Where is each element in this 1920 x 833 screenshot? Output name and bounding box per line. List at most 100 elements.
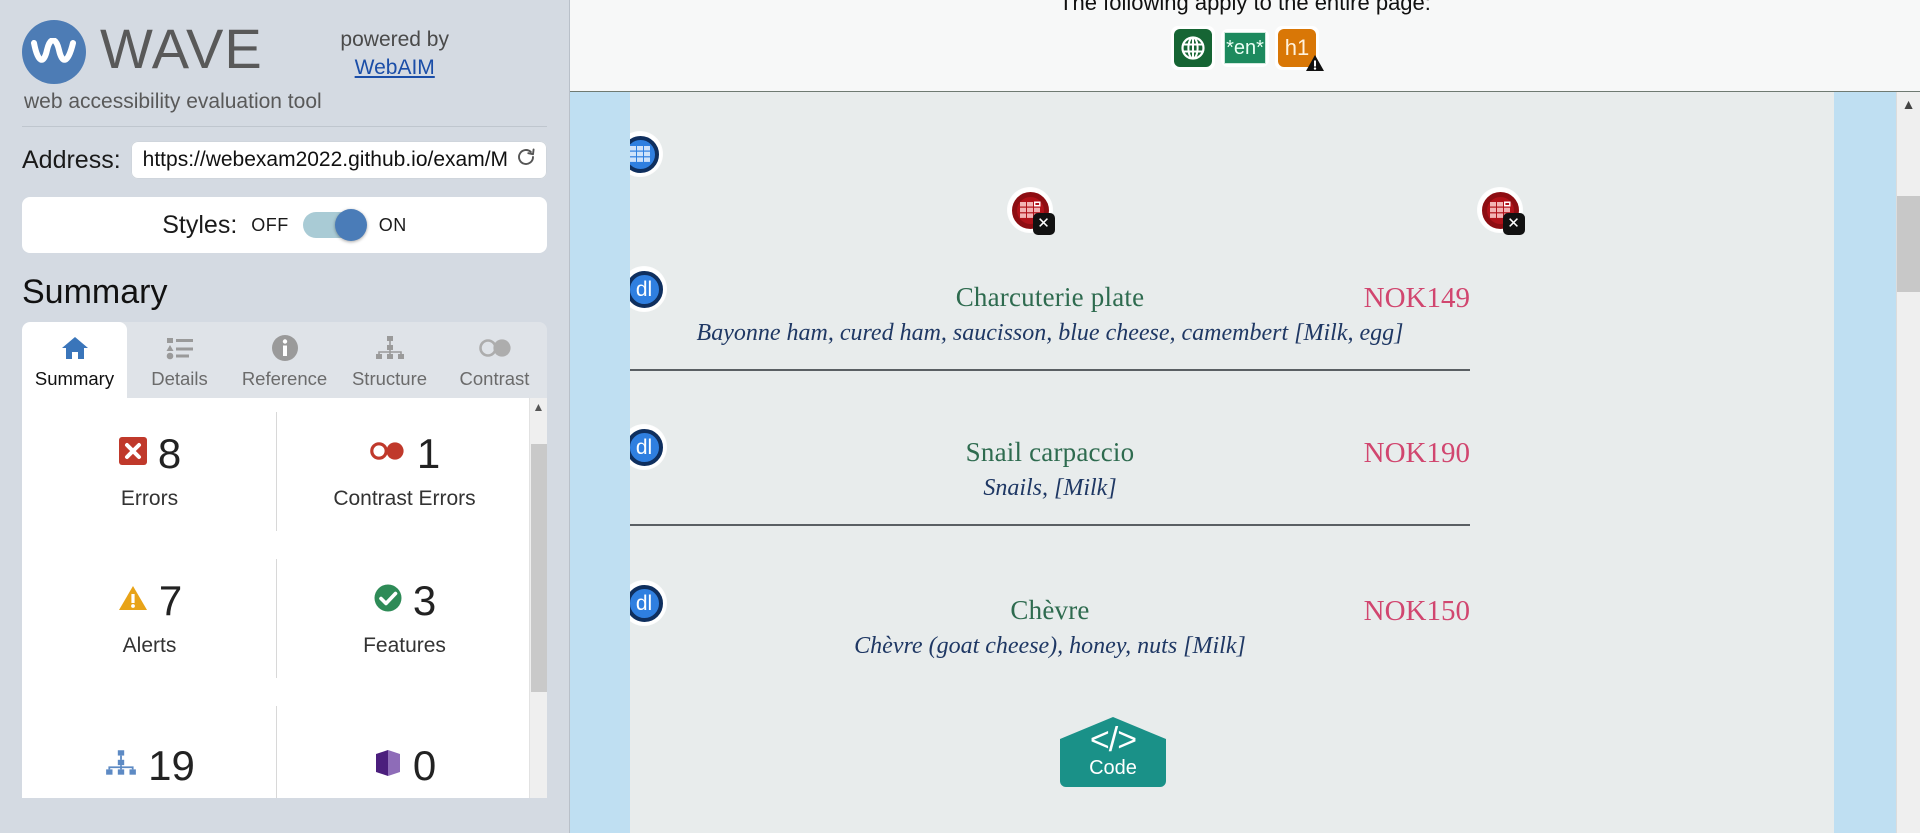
wave-tablist: Summary Details Reference Structure Cont… [22, 322, 547, 398]
page-scrollbar[interactable]: ▲ [1896, 92, 1920, 833]
wave-brand-title: WAVE [100, 17, 263, 80]
stat-aria[interactable]: 0 [277, 692, 532, 798]
styles-toggle[interactable] [302, 209, 367, 241]
menu-item-description: Chèvre (goat cheese), honey, nuts [Milk] [854, 633, 1246, 659]
wave-header: WAVE powered by WebAIM web accessibility… [0, 0, 569, 127]
stat-errors[interactable]: 8 Errors [22, 398, 277, 545]
alert-triangle-icon [117, 584, 149, 617]
wave-brand-subtitle: web accessibility evaluation tool [24, 90, 322, 113]
menu-item-divider [630, 524, 1470, 526]
code-brackets-icon: </> [1089, 721, 1137, 759]
language-globe-icon[interactable] [1171, 26, 1215, 70]
reload-icon[interactable] [515, 146, 537, 173]
stat-structural-elements-count: 19 [148, 741, 195, 789]
banner-text: The following apply to the entire page: [1059, 0, 1431, 15]
tab-summary[interactable]: Summary [22, 322, 127, 398]
menu-item: NOK149 Charcuterie plate Bayonne ham, cu… [630, 282, 1470, 371]
h1-heading-icon[interactable]: h1 [1275, 26, 1324, 71]
sitemap-icon [104, 749, 138, 782]
error-x-icon [118, 436, 148, 471]
styles-toggle-knob[interactable] [334, 209, 367, 241]
stat-alerts-label: Alerts [122, 633, 177, 657]
address-box[interactable] [130, 141, 547, 179]
lang-attribute-icon[interactable]: *en* [1221, 29, 1269, 67]
page-title: Summary [22, 273, 168, 311]
address-label: Address: [22, 145, 121, 174]
tab-structure[interactable]: Structure [337, 322, 442, 398]
summary-stat-grid: 8 Errors 1 Contrast Errors 7 Alerts 3 Fe… [22, 398, 532, 798]
styles-label: Styles: [162, 210, 238, 239]
summary-scrollbar[interactable]: ▲ [529, 398, 547, 798]
stat-contrast-errors-count: 1 [416, 429, 441, 477]
menu-item: NOK150 Chèvre Chèvre (goat cheese), hone… [630, 595, 1470, 660]
styles-toggle-card: Styles: OFF ON [22, 197, 547, 253]
stat-structural-elements[interactable]: 19 [22, 692, 277, 798]
powered-by-text: powered by [340, 28, 449, 51]
warning-triangle-icon [1305, 52, 1325, 78]
stat-features[interactable]: 3 Features [277, 545, 532, 692]
evaluated-page-area: The following apply to the entire page: … [570, 0, 1920, 833]
cube-icon [373, 747, 403, 784]
lang-attribute-label: *en* [1224, 32, 1266, 64]
summary-scroll-up-arrow[interactable]: ▲ [530, 398, 547, 416]
menu-item: NOK190 Snail carpaccio Snails, [Milk] [630, 437, 1470, 526]
structural-table-marker[interactable] [630, 132, 662, 176]
page-left-blue-band [570, 92, 630, 833]
stat-aria-count: 0 [412, 741, 437, 789]
menu-item-name: Chèvre [1010, 595, 1090, 625]
table-error-marker-2[interactable]: ✕ [1478, 188, 1525, 235]
stat-contrast-errors[interactable]: 1 Contrast Errors [277, 398, 532, 545]
styles-on-label: ON [378, 214, 407, 235]
tab-contrast[interactable]: Contrast [442, 322, 547, 398]
menu-item-description: Bayonne ham, cured ham, saucisson, blue … [696, 320, 1404, 346]
code-button-label: Code [1089, 757, 1137, 779]
table-grid-icon [630, 135, 659, 173]
home-icon [24, 332, 125, 364]
address-row: Address: [0, 127, 569, 179]
menu-item-price: NOK149 [1363, 282, 1470, 314]
wave-sidebar-panel: WAVE powered by WebAIM web accessibility… [0, 0, 570, 833]
styles-off-label: OFF [251, 214, 289, 235]
tab-reference[interactable]: Reference [232, 322, 337, 398]
stat-features-count: 3 [412, 576, 437, 624]
menu-item-price: NOK190 [1363, 437, 1470, 469]
stat-alerts-count: 7 [158, 576, 183, 624]
stat-errors-count: 8 [157, 429, 182, 477]
stat-alerts[interactable]: 7 Alerts [22, 545, 277, 692]
tab-summary-label: Summary [34, 368, 115, 389]
address-input[interactable] [142, 147, 507, 172]
tab-contrast-label: Contrast [459, 368, 530, 389]
summary-tabpanel: 8 Errors 1 Contrast Errors 7 Alerts 3 Fe… [22, 398, 547, 798]
page-scroll-up-arrow[interactable]: ▲ [1897, 92, 1920, 116]
sitemap-icon [339, 332, 440, 364]
list-icon [129, 332, 230, 364]
table-error-marker-1[interactable]: ✕ [1008, 188, 1055, 235]
stat-contrast-errors-label: Contrast Errors [333, 486, 476, 510]
menu-item-description: Snails, [Milk] [983, 475, 1117, 501]
wave-extension-window: WAVE powered by WebAIM web accessibility… [0, 0, 1920, 833]
stat-features-label: Features [363, 633, 446, 657]
webaim-link[interactable]: WebAIM [355, 56, 435, 79]
wave-logo-icon [22, 20, 86, 84]
menu-document: dl dl dl ✕ ✕ NOK149 Charcuterie plate Ba… [630, 92, 1834, 833]
check-circle-icon [373, 583, 403, 618]
page-level-banner: The following apply to the entire page: … [570, 0, 1920, 92]
summary-scroll-thumb[interactable] [531, 444, 547, 692]
stat-errors-label: Errors [120, 486, 179, 510]
error-x-badge-1: ✕ [1032, 212, 1055, 235]
header-divider [22, 126, 547, 127]
page-right-blue-band [1834, 92, 1896, 833]
tab-structure-label: Structure [351, 368, 428, 389]
page-scroll-thumb[interactable] [1897, 196, 1920, 292]
tab-details[interactable]: Details [127, 322, 232, 398]
contrast-icon [444, 332, 545, 364]
menu-document-wrap: dl dl dl ✕ ✕ NOK149 Charcuterie plate Ba… [630, 92, 1834, 833]
contrast-dots-icon [369, 440, 407, 467]
table-error-icon-2: ✕ [1481, 191, 1525, 235]
menu-item-name: Charcuterie plate [955, 282, 1145, 312]
code-button[interactable]: </> Code [1060, 717, 1166, 787]
banner-icon-row: *en* h1 [1171, 26, 1324, 71]
menu-item-price: NOK150 [1363, 595, 1470, 627]
menu-item-name: Snail carpaccio [965, 437, 1135, 467]
error-x-badge-2: ✕ [1502, 212, 1525, 235]
